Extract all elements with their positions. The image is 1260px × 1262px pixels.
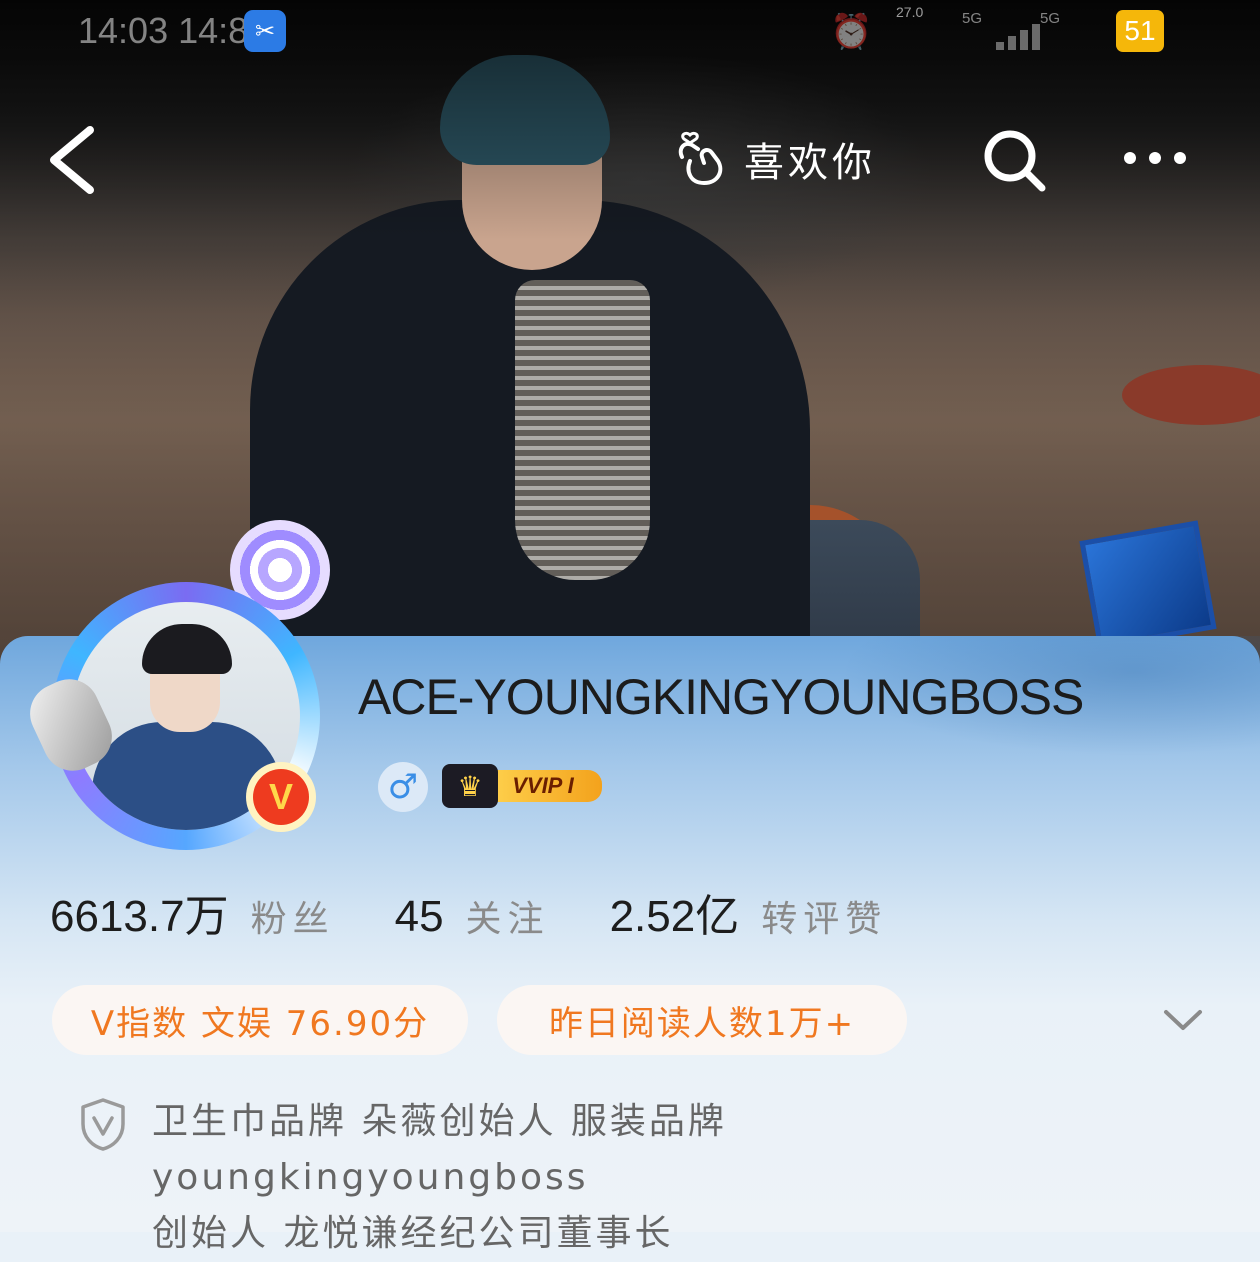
v-index-label: V指数 文娱 76.90分 — [90, 1003, 430, 1044]
expand-info-button[interactable] — [1158, 1000, 1208, 1040]
stat-value: 45 — [394, 892, 444, 941]
stat-label: 粉丝 — [250, 899, 335, 940]
stat-label: 转评赞 — [761, 899, 888, 940]
more-options-button[interactable] — [1118, 138, 1192, 178]
stat-value: 2.52亿 — [609, 892, 740, 941]
avatar-hair — [142, 624, 232, 674]
crown-icon: ♛ — [442, 764, 498, 808]
alarm-icon: ⏰ — [830, 13, 873, 51]
profile-username: ACE-YOUNGKINGYOUNGBOSS — [358, 669, 1084, 725]
like-you-button[interactable]: 喜欢你 — [668, 114, 918, 204]
chevron-down-icon — [1164, 1010, 1202, 1030]
status-time: 14:03 14:8 — [78, 10, 249, 51]
like-you-label: 喜欢你 — [744, 140, 876, 186]
signal-bars-icon — [990, 22, 1060, 50]
bio-line-2: 创始人 龙悦谦经纪公司董事长 — [152, 1213, 674, 1254]
verified-shield-icon — [78, 1096, 128, 1152]
verified-badge-letter: V — [253, 769, 309, 825]
vvip-text: VVIP I — [512, 773, 574, 798]
male-gender-icon: ♂ — [378, 762, 428, 812]
back-button[interactable] — [40, 120, 110, 200]
signal-label-1: 5G — [962, 10, 983, 27]
vvip-badge[interactable]: VVIP I ♛ — [442, 764, 602, 808]
stat-value: 6613.7万 — [50, 892, 229, 941]
yesterday-reads-chip[interactable]: 昨日阅读人数1万+ — [497, 985, 907, 1055]
battery-level: 51 — [1124, 15, 1156, 46]
verification-description: 卫生巾品牌 朵薇创始人 服装品牌youngkingyoungboss 创始人 龙… — [152, 1094, 1152, 1262]
stat-followers[interactable]: 6613.7万 粉丝 — [50, 880, 335, 944]
stat-label: 关注 — [465, 899, 550, 940]
status-bar: 14:03 14:8 ✂ ⏰ 27.0 5G 5G 51 — [0, 0, 1260, 64]
search-icon — [984, 130, 1046, 192]
vvip-label: VVIP I — [484, 770, 602, 802]
finger-heart-icon — [678, 131, 723, 185]
chevron-left-icon — [50, 126, 94, 194]
more-dots-icon — [1124, 152, 1186, 164]
screenshot-app-icon: ✂ — [244, 10, 286, 52]
stat-reposts-comments-likes[interactable]: 2.52亿 转评赞 — [610, 880, 888, 944]
network-speed: 27.0 — [896, 4, 924, 20]
profile-stats: 6613.7万 粉丝 45 关注 2.52亿 转评赞 — [50, 880, 947, 942]
verified-badge-icon[interactable]: V — [246, 762, 316, 832]
v-index-chip[interactable]: V指数 文娱 76.90分 — [52, 985, 468, 1055]
yesterday-reads-label: 昨日阅读人数1万+ — [548, 1003, 856, 1044]
stat-following[interactable]: 45 关注 — [395, 890, 550, 942]
battery-icon: 51 — [1116, 10, 1164, 52]
bio-line-1: 卫生巾品牌 朵薇创始人 服装品牌youngkingyoungboss — [152, 1101, 727, 1198]
search-button[interactable] — [978, 124, 1050, 196]
cover-monitor — [1079, 520, 1217, 650]
gender-symbol: ♂ — [387, 767, 419, 807]
cover-chain-top — [515, 280, 650, 580]
